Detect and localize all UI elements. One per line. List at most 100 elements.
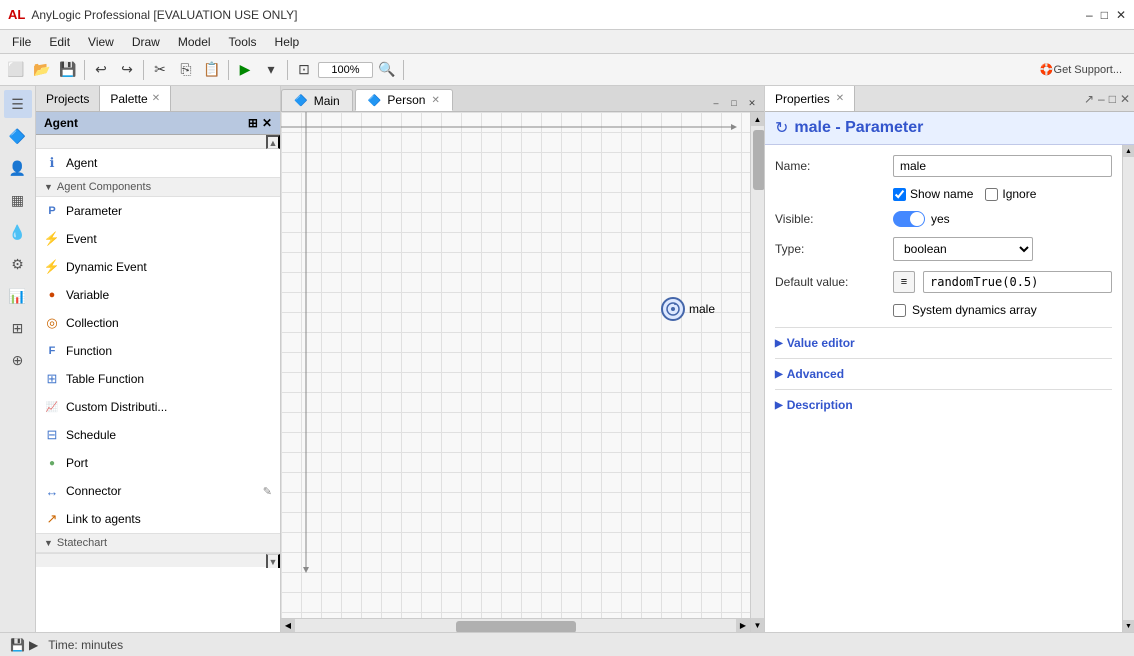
scroll-up-canvas-btn[interactable]: ▲ [751, 112, 765, 126]
palette-tab-close[interactable]: ✕ [152, 93, 160, 104]
props-minimize-icon[interactable]: – [1098, 92, 1105, 106]
props-scrollbar[interactable]: ▲ ▼ [1122, 145, 1134, 632]
props-scroll-up[interactable]: ▲ [1123, 145, 1134, 157]
props-maximize-icon[interactable]: □ [1109, 92, 1116, 106]
support-btn[interactable]: 🛟 Get Support... [1032, 58, 1130, 82]
menu-tools[interactable]: Tools [221, 33, 265, 51]
menu-edit[interactable]: Edit [41, 33, 78, 51]
palette-item-custom-dist[interactable]: 📈 Custom Distributi... [36, 393, 280, 421]
tab-projects[interactable]: Projects [36, 86, 100, 111]
visible-toggle-switch[interactable] [893, 211, 925, 227]
menu-file[interactable]: File [4, 33, 39, 51]
status-run-icon[interactable]: ▶ [29, 638, 38, 652]
canvas-scrollbar-h[interactable]: ◀ ▶ [281, 618, 750, 632]
nav-btn-6[interactable]: 📊 [4, 282, 32, 310]
advanced-header[interactable]: ▶ Advanced [775, 365, 1112, 383]
palette-item-table-function[interactable]: ⊞ Table Function [36, 365, 280, 393]
palette-item-dynamic-event[interactable]: ⚡ Dynamic Event [36, 253, 280, 281]
palette-item-schedule[interactable]: ⊟ Schedule [36, 421, 280, 449]
palette-item-agent[interactable]: ℹ Agent [36, 149, 280, 177]
palette-section-statechart[interactable]: ▼ Statechart [36, 533, 280, 553]
minimize-btn[interactable]: – [1086, 8, 1093, 22]
canvas-scrollbar-v[interactable]: ▲ ▼ [750, 112, 764, 632]
nav-btn-8[interactable]: ⊕ [4, 346, 32, 374]
zoom-fit-btn[interactable]: ⊡ [292, 58, 316, 82]
editor-minimize-btn[interactable]: – [708, 95, 724, 111]
h-scroll-thumb[interactable] [456, 621, 576, 633]
show-name-checkbox[interactable] [893, 188, 906, 201]
open-btn[interactable]: 📂 [30, 58, 54, 82]
default-value-input[interactable] [923, 271, 1112, 293]
palette-item-parameter[interactable]: P Parameter [36, 197, 280, 225]
close-btn[interactable]: ✕ [1116, 8, 1126, 22]
save-btn[interactable]: 💾 [56, 58, 80, 82]
nav-btn-2[interactable]: 👤 [4, 154, 32, 182]
nav-btn-4[interactable]: 💧 [4, 218, 32, 246]
show-name-label: Show name [910, 187, 973, 201]
palette-item-connector[interactable]: ↔ Connector ✎ [36, 477, 280, 505]
menu-model[interactable]: Model [170, 33, 219, 51]
toolbar: ⬜ 📂 💾 ↩ ↪ ✂ ⎘ 📋 ▶ ▾ ⊡ 100% 🔍 🛟 Get Suppo… [0, 54, 1134, 86]
props-close-icon[interactable]: ✕ [1120, 92, 1130, 106]
zoom-search-btn[interactable]: 🔍 [375, 58, 399, 82]
tab-palette[interactable]: Palette ✕ [100, 86, 171, 111]
name-input[interactable] [893, 155, 1112, 177]
palette-section-components[interactable]: ▼ Agent Components [36, 177, 280, 197]
editor-close-btn[interactable]: ✕ [744, 95, 760, 111]
scroll-left-btn[interactable]: ◀ [281, 619, 295, 633]
zoom-input[interactable]: 100% [318, 62, 373, 78]
run-dropdown[interactable]: ▾ [259, 58, 283, 82]
props-external-icon[interactable]: ↗ [1084, 92, 1094, 106]
palette-close-icon[interactable]: ✕ [262, 116, 272, 130]
palette-grid-icon[interactable]: ⊞ [248, 116, 258, 130]
new-btn[interactable]: ⬜ [4, 58, 28, 82]
palette-item-event[interactable]: ⚡ Event [36, 225, 280, 253]
editor-maximize-btn[interactable]: □ [726, 95, 742, 111]
status-save-icon[interactable]: 💾 [10, 638, 25, 652]
canvas-area[interactable]: male [281, 112, 750, 618]
properties-tab-close[interactable]: ✕ [836, 93, 844, 104]
nav-btn-5[interactable]: ⚙ [4, 250, 32, 278]
person-tab-close[interactable]: ✕ [431, 95, 439, 106]
eq-btn[interactable]: ≡ [893, 271, 915, 293]
palette-toggle-btn[interactable]: ☰ [4, 90, 32, 118]
type-select[interactable]: boolean int double String [893, 237, 1033, 261]
menu-view[interactable]: View [80, 33, 122, 51]
nav-btn-1[interactable]: 🔷 [4, 122, 32, 150]
maximize-btn[interactable]: □ [1101, 8, 1108, 22]
menu-help[interactable]: Help [267, 33, 308, 51]
copy-btn[interactable]: ⎘ [174, 58, 198, 82]
tab-main[interactable]: 🔷 Main [281, 89, 353, 111]
paste-btn[interactable]: 📋 [200, 58, 224, 82]
menu-draw[interactable]: Draw [124, 33, 168, 51]
nav-btn-7[interactable]: ⊞ [4, 314, 32, 342]
name-row: Name: [775, 155, 1112, 177]
v-scroll-thumb[interactable] [753, 130, 765, 190]
palette-item-link-to-agents[interactable]: ↗ Link to agents [36, 505, 280, 533]
palette-item-collection[interactable]: ◎ Collection [36, 309, 280, 337]
table-function-icon: ⊞ [44, 371, 60, 387]
scroll-up-btn[interactable]: ▲ [266, 135, 280, 149]
description-header[interactable]: ▶ Description [775, 396, 1112, 414]
undo-btn[interactable]: ↩ [89, 58, 113, 82]
nav-btn-3[interactable]: ▦ [4, 186, 32, 214]
run-btn[interactable]: ▶ [233, 58, 257, 82]
system-dynamics-checkbox[interactable] [893, 304, 906, 317]
props-scroll-down[interactable]: ▼ [1123, 620, 1134, 632]
ignore-checkbox[interactable] [985, 188, 998, 201]
palette-item-function[interactable]: F Function [36, 337, 280, 365]
palette-item-variable[interactable]: ● Variable [36, 281, 280, 309]
scroll-down-canvas-btn[interactable]: ▼ [751, 618, 765, 632]
advanced-arrow-icon: ▶ [775, 369, 783, 380]
cut-btn[interactable]: ✂ [148, 58, 172, 82]
value-editor-header[interactable]: ▶ Value editor [775, 334, 1112, 352]
tab-person[interactable]: 🔷 Person ✕ [355, 89, 453, 111]
palette-item-port[interactable]: ● Port [36, 449, 280, 477]
scroll-right-btn[interactable]: ▶ [736, 619, 750, 633]
properties-tab[interactable]: Properties ✕ [765, 86, 855, 111]
agent-element[interactable]: male [661, 297, 715, 321]
redo-btn[interactable]: ↪ [115, 58, 139, 82]
person-tab-label: Person [387, 93, 425, 107]
main-tab-icon: 🔷 [294, 94, 308, 107]
scroll-down-btn[interactable]: ▼ [266, 554, 280, 568]
